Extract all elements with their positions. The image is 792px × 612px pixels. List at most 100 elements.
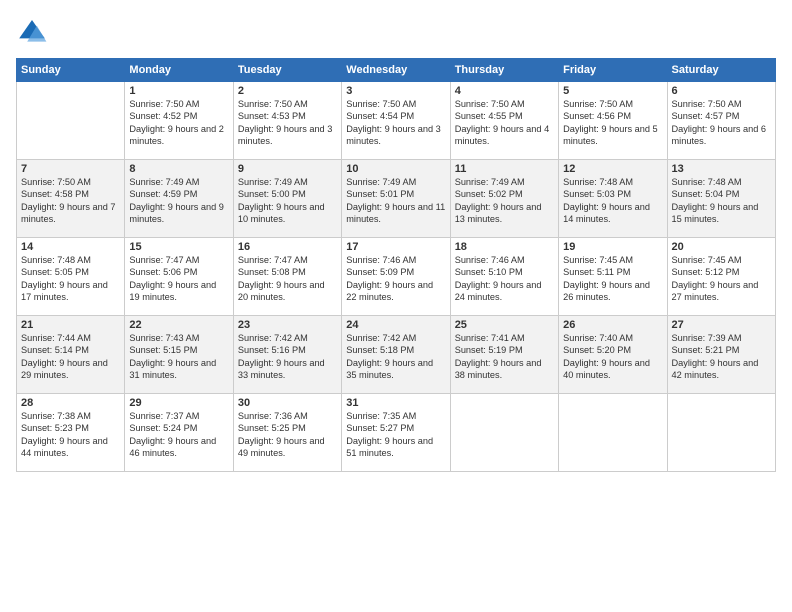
day-info: Sunrise: 7:45 AMSunset: 5:11 PMDaylight:… — [563, 254, 662, 304]
calendar-cell: 22Sunrise: 7:43 AMSunset: 5:15 PMDayligh… — [125, 316, 233, 394]
weekday-header-thursday: Thursday — [450, 59, 558, 82]
calendar-cell: 9Sunrise: 7:49 AMSunset: 5:00 PMDaylight… — [233, 160, 341, 238]
day-number: 24 — [346, 319, 445, 331]
day-number: 3 — [346, 85, 445, 97]
day-info: Sunrise: 7:42 AMSunset: 5:16 PMDaylight:… — [238, 332, 337, 382]
week-row-3: 14Sunrise: 7:48 AMSunset: 5:05 PMDayligh… — [17, 238, 776, 316]
day-number: 7 — [21, 163, 120, 175]
calendar-cell: 29Sunrise: 7:37 AMSunset: 5:24 PMDayligh… — [125, 394, 233, 472]
day-info: Sunrise: 7:37 AMSunset: 5:24 PMDaylight:… — [129, 410, 228, 460]
day-info: Sunrise: 7:39 AMSunset: 5:21 PMDaylight:… — [672, 332, 771, 382]
calendar-cell: 20Sunrise: 7:45 AMSunset: 5:12 PMDayligh… — [667, 238, 775, 316]
day-number: 15 — [129, 241, 228, 253]
day-info: Sunrise: 7:35 AMSunset: 5:27 PMDaylight:… — [346, 410, 445, 460]
week-row-4: 21Sunrise: 7:44 AMSunset: 5:14 PMDayligh… — [17, 316, 776, 394]
day-number: 30 — [238, 397, 337, 409]
day-number: 9 — [238, 163, 337, 175]
calendar-cell: 1Sunrise: 7:50 AMSunset: 4:52 PMDaylight… — [125, 82, 233, 160]
day-info: Sunrise: 7:48 AMSunset: 5:04 PMDaylight:… — [672, 176, 771, 226]
logo — [16, 16, 52, 48]
day-info: Sunrise: 7:50 AMSunset: 4:55 PMDaylight:… — [455, 98, 554, 148]
day-number: 25 — [455, 319, 554, 331]
day-number: 17 — [346, 241, 445, 253]
weekday-header-monday: Monday — [125, 59, 233, 82]
day-number: 2 — [238, 85, 337, 97]
calendar-cell: 4Sunrise: 7:50 AMSunset: 4:55 PMDaylight… — [450, 82, 558, 160]
day-info: Sunrise: 7:49 AMSunset: 5:00 PMDaylight:… — [238, 176, 337, 226]
weekday-header-sunday: Sunday — [17, 59, 125, 82]
day-number: 1 — [129, 85, 228, 97]
day-number: 13 — [672, 163, 771, 175]
calendar-cell: 26Sunrise: 7:40 AMSunset: 5:20 PMDayligh… — [559, 316, 667, 394]
day-number: 4 — [455, 85, 554, 97]
day-info: Sunrise: 7:42 AMSunset: 5:18 PMDaylight:… — [346, 332, 445, 382]
calendar-cell: 8Sunrise: 7:49 AMSunset: 4:59 PMDaylight… — [125, 160, 233, 238]
day-info: Sunrise: 7:47 AMSunset: 5:08 PMDaylight:… — [238, 254, 337, 304]
day-number: 21 — [21, 319, 120, 331]
day-info: Sunrise: 7:49 AMSunset: 4:59 PMDaylight:… — [129, 176, 228, 226]
calendar-cell: 31Sunrise: 7:35 AMSunset: 5:27 PMDayligh… — [342, 394, 450, 472]
day-number: 6 — [672, 85, 771, 97]
weekday-header-tuesday: Tuesday — [233, 59, 341, 82]
calendar-cell: 11Sunrise: 7:49 AMSunset: 5:02 PMDayligh… — [450, 160, 558, 238]
calendar-cell: 30Sunrise: 7:36 AMSunset: 5:25 PMDayligh… — [233, 394, 341, 472]
calendar-cell — [667, 394, 775, 472]
day-info: Sunrise: 7:41 AMSunset: 5:19 PMDaylight:… — [455, 332, 554, 382]
weekday-header-saturday: Saturday — [667, 59, 775, 82]
calendar-cell — [450, 394, 558, 472]
calendar-cell — [559, 394, 667, 472]
day-number: 16 — [238, 241, 337, 253]
calendar-cell: 23Sunrise: 7:42 AMSunset: 5:16 PMDayligh… — [233, 316, 341, 394]
day-info: Sunrise: 7:50 AMSunset: 4:57 PMDaylight:… — [672, 98, 771, 148]
calendar-cell: 2Sunrise: 7:50 AMSunset: 4:53 PMDaylight… — [233, 82, 341, 160]
logo-icon — [16, 16, 48, 48]
day-info: Sunrise: 7:49 AMSunset: 5:01 PMDaylight:… — [346, 176, 445, 226]
calendar-cell: 12Sunrise: 7:48 AMSunset: 5:03 PMDayligh… — [559, 160, 667, 238]
header — [16, 16, 776, 48]
day-number: 8 — [129, 163, 228, 175]
day-info: Sunrise: 7:48 AMSunset: 5:05 PMDaylight:… — [21, 254, 120, 304]
day-number: 27 — [672, 319, 771, 331]
day-number: 14 — [21, 241, 120, 253]
day-number: 22 — [129, 319, 228, 331]
day-info: Sunrise: 7:45 AMSunset: 5:12 PMDaylight:… — [672, 254, 771, 304]
calendar-cell: 15Sunrise: 7:47 AMSunset: 5:06 PMDayligh… — [125, 238, 233, 316]
calendar-cell: 27Sunrise: 7:39 AMSunset: 5:21 PMDayligh… — [667, 316, 775, 394]
week-row-2: 7Sunrise: 7:50 AMSunset: 4:58 PMDaylight… — [17, 160, 776, 238]
calendar-cell: 28Sunrise: 7:38 AMSunset: 5:23 PMDayligh… — [17, 394, 125, 472]
calendar-cell — [17, 82, 125, 160]
day-info: Sunrise: 7:36 AMSunset: 5:25 PMDaylight:… — [238, 410, 337, 460]
day-info: Sunrise: 7:44 AMSunset: 5:14 PMDaylight:… — [21, 332, 120, 382]
day-info: Sunrise: 7:43 AMSunset: 5:15 PMDaylight:… — [129, 332, 228, 382]
day-number: 18 — [455, 241, 554, 253]
day-info: Sunrise: 7:46 AMSunset: 5:09 PMDaylight:… — [346, 254, 445, 304]
day-number: 5 — [563, 85, 662, 97]
day-number: 26 — [563, 319, 662, 331]
day-info: Sunrise: 7:50 AMSunset: 4:52 PMDaylight:… — [129, 98, 228, 148]
day-number: 10 — [346, 163, 445, 175]
calendar-table: SundayMondayTuesdayWednesdayThursdayFrid… — [16, 58, 776, 472]
day-number: 19 — [563, 241, 662, 253]
day-info: Sunrise: 7:50 AMSunset: 4:56 PMDaylight:… — [563, 98, 662, 148]
day-number: 23 — [238, 319, 337, 331]
day-info: Sunrise: 7:38 AMSunset: 5:23 PMDaylight:… — [21, 410, 120, 460]
week-row-5: 28Sunrise: 7:38 AMSunset: 5:23 PMDayligh… — [17, 394, 776, 472]
calendar-cell: 19Sunrise: 7:45 AMSunset: 5:11 PMDayligh… — [559, 238, 667, 316]
calendar-cell: 6Sunrise: 7:50 AMSunset: 4:57 PMDaylight… — [667, 82, 775, 160]
weekday-header-friday: Friday — [559, 59, 667, 82]
day-number: 31 — [346, 397, 445, 409]
week-row-1: 1Sunrise: 7:50 AMSunset: 4:52 PMDaylight… — [17, 82, 776, 160]
day-number: 11 — [455, 163, 554, 175]
weekday-header-row: SundayMondayTuesdayWednesdayThursdayFrid… — [17, 59, 776, 82]
calendar-cell: 17Sunrise: 7:46 AMSunset: 5:09 PMDayligh… — [342, 238, 450, 316]
day-number: 28 — [21, 397, 120, 409]
calendar-container: SundayMondayTuesdayWednesdayThursdayFrid… — [0, 0, 792, 612]
calendar-cell: 7Sunrise: 7:50 AMSunset: 4:58 PMDaylight… — [17, 160, 125, 238]
day-number: 12 — [563, 163, 662, 175]
calendar-cell: 25Sunrise: 7:41 AMSunset: 5:19 PMDayligh… — [450, 316, 558, 394]
day-info: Sunrise: 7:50 AMSunset: 4:53 PMDaylight:… — [238, 98, 337, 148]
calendar-cell: 21Sunrise: 7:44 AMSunset: 5:14 PMDayligh… — [17, 316, 125, 394]
day-info: Sunrise: 7:46 AMSunset: 5:10 PMDaylight:… — [455, 254, 554, 304]
calendar-cell: 13Sunrise: 7:48 AMSunset: 5:04 PMDayligh… — [667, 160, 775, 238]
day-info: Sunrise: 7:50 AMSunset: 4:54 PMDaylight:… — [346, 98, 445, 148]
